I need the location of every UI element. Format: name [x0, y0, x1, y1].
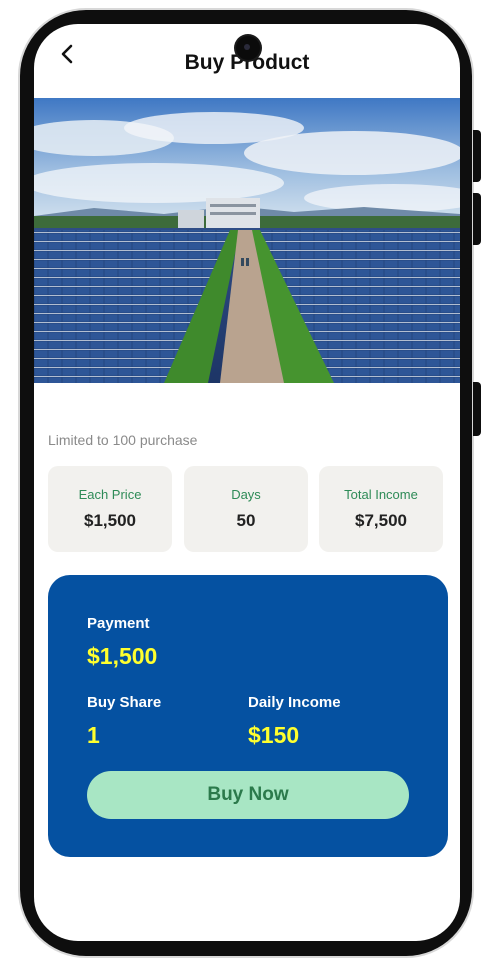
payment-value: $1,500: [87, 643, 158, 669]
buy-now-button[interactable]: Buy Now: [87, 771, 409, 819]
purchase-limit-text: Limited to 100 purchase: [48, 432, 198, 448]
side-button-middle: [473, 193, 481, 245]
daily-income-value: $150: [248, 722, 300, 748]
product-image: [34, 98, 460, 383]
stat-card-each-price: Each Price $1,500: [48, 466, 172, 552]
stat-value: $1,500: [84, 511, 136, 530]
daily-income-label: Daily Income: [248, 694, 341, 711]
buy-share-label: Buy Share: [87, 694, 162, 711]
stat-card-days: Days 50: [184, 466, 308, 552]
payment-card: Payment $1,500 Buy Share 1 Daily Income …: [48, 575, 448, 857]
app-screen: Buy Product Limited to 100 purchase Each…: [34, 24, 460, 941]
side-button-top: [473, 130, 481, 182]
stat-value: 50: [236, 511, 256, 530]
stat-value: $7,500: [355, 511, 407, 530]
buy-share-value: 1: [87, 722, 100, 748]
front-camera: [236, 36, 260, 60]
stat-label: Each Price: [78, 487, 142, 502]
payment-label: Payment: [87, 615, 150, 632]
side-button-power: [473, 382, 481, 436]
stat-card-total-income: Total Income $7,500: [319, 466, 443, 552]
stat-label: Total Income: [344, 487, 418, 502]
stat-label: Days: [231, 487, 261, 502]
